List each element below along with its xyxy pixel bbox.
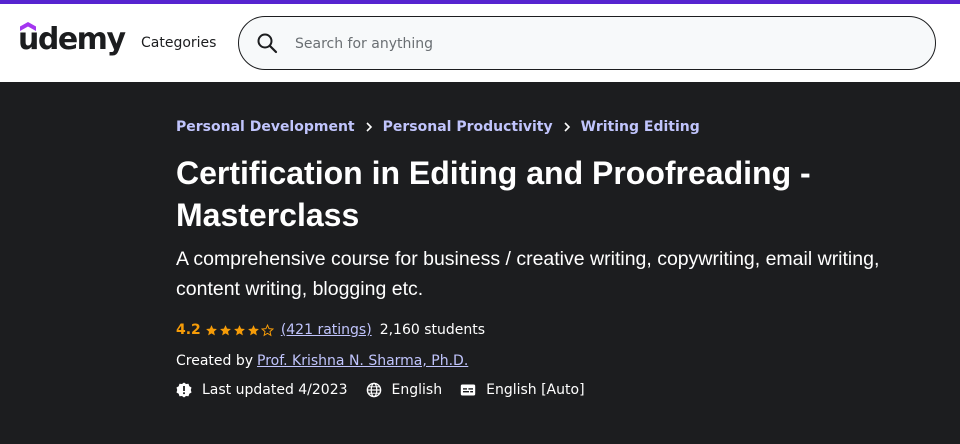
closed-captions-icon (460, 384, 476, 396)
star-filled-icon (247, 324, 259, 335)
star-rating (205, 323, 275, 337)
rating-value: 4.2 (176, 322, 201, 338)
star-filled-icon (205, 324, 217, 335)
chevron-right-icon (366, 122, 372, 132)
instructor-link[interactable]: Prof. Krishna N. Sharma, Ph.D. (257, 352, 468, 370)
last-updated: Last updated 4/2023 (176, 381, 348, 399)
chevron-right-icon (564, 122, 570, 132)
top-header: udemy Categories (0, 4, 960, 82)
rating-row: 4.2 (421 ratings) 2,160 students (176, 321, 485, 339)
logo-hat-icon (20, 22, 36, 31)
last-updated-text: Last updated 4/2023 (202, 382, 348, 398)
students-count: 2,160 students (379, 322, 486, 338)
course-meta-row: Last updated 4/2023 English English [Aut… (176, 381, 603, 399)
search-bar[interactable] (238, 16, 936, 70)
globe-icon (366, 382, 381, 398)
created-by-row: Created by Prof. Krishna N. Sharma, Ph.D… (176, 352, 468, 370)
breadcrumb: Personal Development Personal Productivi… (176, 118, 700, 136)
alert-badge-icon (176, 382, 192, 398)
breadcrumb-item-personal-productivity[interactable]: Personal Productivity (383, 118, 553, 136)
course-subtitle: A comprehensive course for business / cr… (176, 248, 880, 300)
search-icon[interactable] (255, 31, 279, 55)
language-text: English (391, 382, 443, 398)
search-input[interactable] (295, 32, 895, 56)
ratings-count-link[interactable]: (421 ratings) (281, 321, 372, 339)
captions-text: English [Auto] (486, 382, 585, 398)
course-language: English (366, 381, 443, 399)
star-filled-icon (233, 324, 245, 335)
breadcrumb-item-personal-development[interactable]: Personal Development (176, 118, 355, 136)
course-captions: English [Auto] (460, 381, 585, 399)
star-outline-icon (260, 323, 274, 336)
course-title: Certification in Editing and Proofreadin… (176, 155, 811, 233)
course-hero: Personal Development Personal Productivi… (0, 82, 960, 444)
created-by-label: Created by (176, 353, 254, 369)
categories-button[interactable]: Categories (141, 34, 216, 52)
udemy-logo[interactable]: udemy (18, 18, 126, 62)
breadcrumb-item-writing-editing[interactable]: Writing Editing (581, 118, 700, 136)
star-filled-icon (219, 324, 231, 335)
